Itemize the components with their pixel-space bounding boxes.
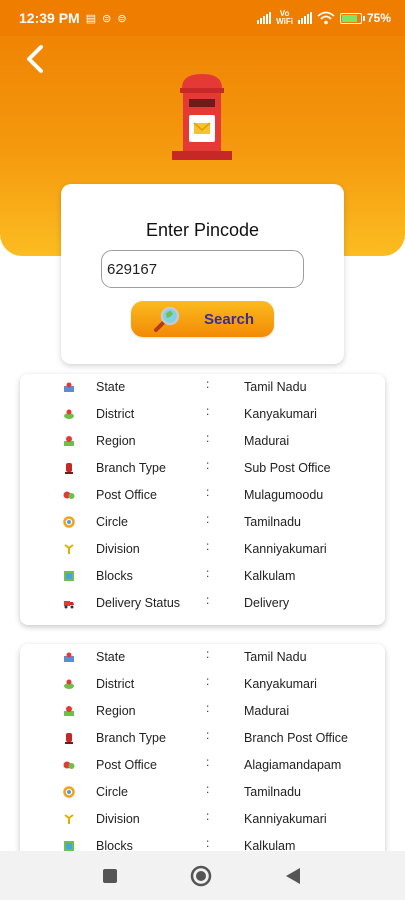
result-row-state: State : Tamil Nadu	[20, 644, 385, 671]
recents-button[interactable]	[99, 865, 121, 887]
vowifi-icon: Vo WiFi	[276, 9, 293, 26]
division-icon	[64, 814, 74, 824]
status-time: 12:39 PM	[19, 10, 80, 26]
result-row-state: State : Tamil Nadu	[20, 374, 385, 401]
back-nav-button[interactable]	[282, 865, 304, 887]
post-office-icon	[63, 491, 75, 499]
result-row-division: Division : Kanniyakumari	[20, 806, 385, 833]
sim-icon: ⊜	[117, 12, 127, 25]
magnifier-icon	[154, 306, 180, 332]
location-icon	[64, 409, 74, 419]
sim-icon: ⊜	[102, 12, 112, 25]
result-row-circle: Circle : Tamilnadu	[20, 509, 385, 536]
result-row-post-office: Post Office : Mulagumoodu	[20, 482, 385, 509]
result-row-blocks: Blocks : Kalkulam	[20, 563, 385, 590]
result-row-branch-type: Branch Type : Branch Post Office	[20, 725, 385, 752]
back-button[interactable]	[20, 42, 50, 76]
circle-icon	[63, 786, 75, 798]
result-row-branch-type: Branch Type : Sub Post Office	[20, 455, 385, 482]
map-icon	[64, 382, 74, 392]
home-button[interactable]	[190, 865, 212, 887]
map-icon	[64, 652, 74, 662]
chevron-left-icon	[27, 45, 43, 73]
pincode-input[interactable]	[101, 250, 304, 288]
region-icon	[64, 706, 74, 716]
result-row-delivery-status: Delivery Status : Delivery	[20, 590, 385, 617]
blocks-icon	[64, 571, 74, 581]
wifi-icon	[317, 11, 335, 25]
pincode-title: Enter Pincode	[145, 220, 260, 240]
status-bar: 12:39 PM ▤ ⊜ ⊜ Vo WiFi 75%	[0, 0, 405, 36]
division-icon	[64, 544, 74, 554]
battery-percent: 75%	[366, 11, 391, 25]
result-card: State : Tamil Nadu District : Kanyakumar…	[20, 374, 385, 625]
location-icon	[64, 679, 74, 689]
signal-icon	[257, 12, 272, 24]
signal-icon	[297, 12, 312, 24]
result-row-district: District : Kanyakumari	[20, 401, 385, 428]
result-row-district: District : Kanyakumari	[20, 671, 385, 698]
result-row-division: Division : Kanniyakumari	[20, 536, 385, 563]
result-row-region: Region : Madurai	[20, 698, 385, 725]
result-row-region: Region : Madurai	[20, 428, 385, 455]
circle-icon	[63, 516, 75, 528]
region-icon	[64, 436, 74, 446]
result-card: State : Tamil Nadu District : Kanyakumar…	[20, 644, 385, 874]
post-office-icon	[63, 761, 75, 769]
result-row-post-office: Post Office : Alagiamandapam	[20, 752, 385, 779]
message-icon: ▤	[85, 12, 97, 25]
recents-icon	[103, 869, 117, 883]
search-button-label: Search	[204, 310, 255, 328]
home-icon	[190, 865, 212, 887]
result-row-circle: Circle : Tamilnadu	[20, 779, 385, 806]
back-icon	[286, 868, 300, 884]
battery-icon	[339, 12, 365, 24]
postbox-icon	[65, 463, 73, 474]
search-button[interactable]: Search	[131, 301, 274, 337]
delivery-icon	[64, 601, 74, 609]
postbox-icon	[65, 733, 73, 744]
pincode-card: Enter Pincode Search	[61, 184, 344, 364]
postbox-icon	[172, 74, 232, 160]
navigation-bar	[0, 851, 405, 900]
